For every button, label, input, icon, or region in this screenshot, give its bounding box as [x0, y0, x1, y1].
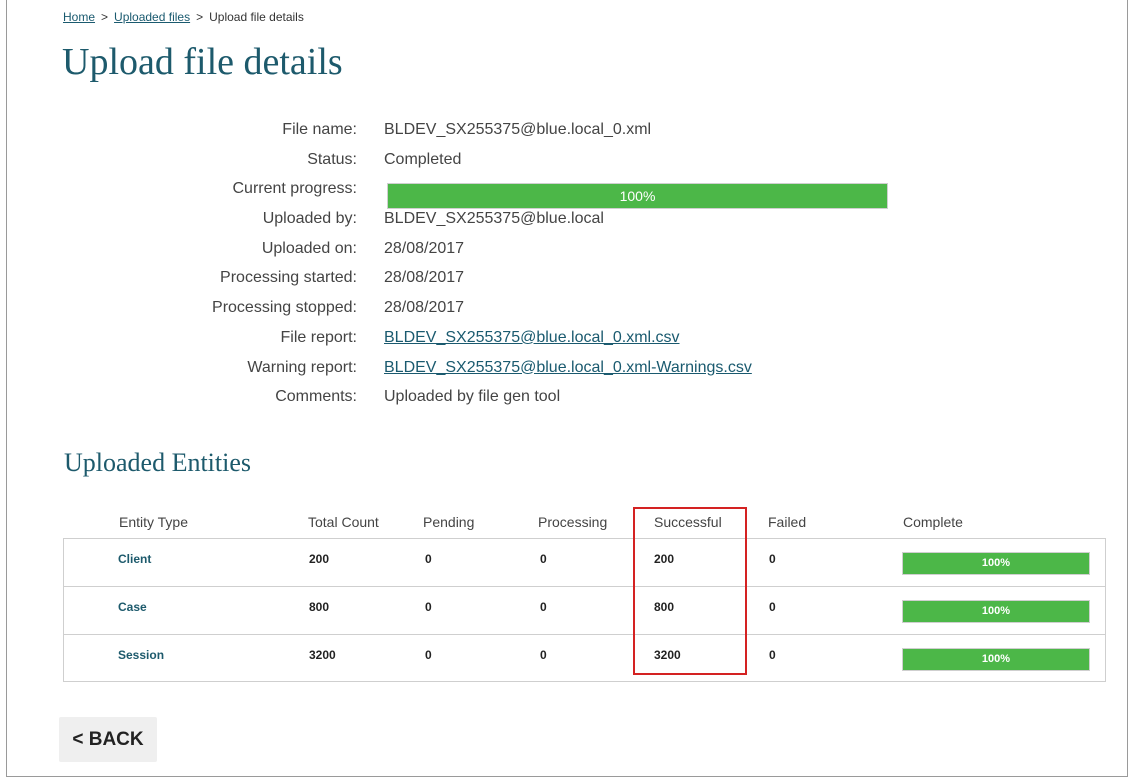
cell-pending: 0 — [425, 600, 432, 614]
entity-link-session[interactable]: Session — [118, 648, 164, 662]
complete-progress-text: 100% — [981, 557, 1011, 569]
entities-table: Client 200 0 0 200 0 100% Case 800 0 0 8… — [63, 538, 1106, 682]
page-title: Upload file details — [62, 41, 343, 83]
breadcrumb-separator: > — [101, 10, 109, 24]
entity-link-client[interactable]: Client — [118, 552, 151, 566]
breadcrumb-home-link[interactable]: Home — [63, 10, 95, 24]
progress-label: Current progress: — [232, 180, 358, 198]
column-header-complete: Complete — [903, 514, 963, 530]
uploaded-on-label: Uploaded on: — [261, 239, 357, 257]
column-header-entity-type: Entity Type — [119, 514, 189, 530]
file-report-link[interactable]: BLDEV_SX255375@blue.local_0.xml.csv — [384, 329, 680, 346]
back-button[interactable]: < BACK — [59, 717, 157, 762]
warning-report-label: Warning report: — [247, 358, 357, 376]
cell-pending: 0 — [425, 648, 432, 662]
processing-started-value: 28/08/2017 — [384, 269, 465, 287]
file-report-label: File report: — [280, 328, 357, 346]
breadcrumb-uploaded-files-link[interactable]: Uploaded files — [114, 10, 190, 24]
complete-progress-bar: 100% — [902, 552, 1090, 575]
file-name-label: File name: — [282, 121, 357, 138]
column-header-pending: Pending — [423, 514, 475, 530]
complete-progress-bar: 100% — [902, 600, 1090, 623]
cell-failed: 0 — [769, 600, 776, 614]
uploaded-on-value: 28/08/2017 — [384, 239, 465, 257]
cell-total-count: 200 — [309, 552, 330, 566]
breadcrumb-separator: > — [196, 10, 204, 24]
breadcrumb-current: Upload file details — [209, 10, 304, 24]
processing-stopped-value: 28/08/2017 — [384, 299, 465, 317]
cell-total-count: 800 — [309, 600, 330, 614]
status-label: Status: — [307, 150, 357, 168]
progress-bar-text: 100% — [619, 188, 656, 205]
entity-link-case[interactable]: Case — [118, 600, 147, 614]
uploaded-entities-title: Uploaded Entities — [64, 448, 252, 477]
uploaded-by-value: BLDEV_SX255375@blue.local — [384, 210, 604, 228]
table-row: Client 200 0 0 200 0 100% — [64, 539, 1105, 587]
comments-value: Uploaded by file gen tool — [384, 388, 561, 406]
cell-processing: 0 — [540, 600, 547, 614]
processing-started-label: Processing started: — [220, 269, 357, 287]
comments-label: Comments: — [275, 388, 357, 406]
cell-failed: 0 — [769, 648, 776, 662]
cell-processing: 0 — [540, 648, 547, 662]
column-header-processing: Processing — [538, 514, 608, 530]
status-value: Completed — [384, 150, 462, 168]
uploaded-by-label: Uploaded by: — [262, 210, 357, 228]
processing-stopped-label: Processing stopped: — [212, 299, 357, 317]
file-name-value: BLDEV_SX255375@blue.local_0.xml — [384, 121, 652, 138]
table-row: Case 800 0 0 800 0 100% — [64, 587, 1105, 635]
table-row: Session 3200 0 0 3200 0 100% — [64, 635, 1105, 681]
complete-progress-text: 100% — [981, 653, 1011, 665]
cell-total-count: 3200 — [309, 648, 336, 662]
cell-processing: 0 — [540, 552, 547, 566]
cell-pending: 0 — [425, 552, 432, 566]
successful-column-highlight — [633, 507, 747, 675]
cell-failed: 0 — [769, 552, 776, 566]
current-progress-bar: 100% — [387, 183, 888, 210]
column-header-failed: Failed — [768, 514, 807, 530]
complete-progress-text: 100% — [981, 605, 1011, 617]
complete-progress-bar: 100% — [902, 648, 1090, 671]
breadcrumb: Home > Uploaded files > Upload file details — [63, 10, 304, 24]
column-header-total-count: Total Count — [308, 514, 379, 530]
warning-report-link[interactable]: BLDEV_SX255375@blue.local_0.xml-Warnings… — [384, 359, 752, 376]
